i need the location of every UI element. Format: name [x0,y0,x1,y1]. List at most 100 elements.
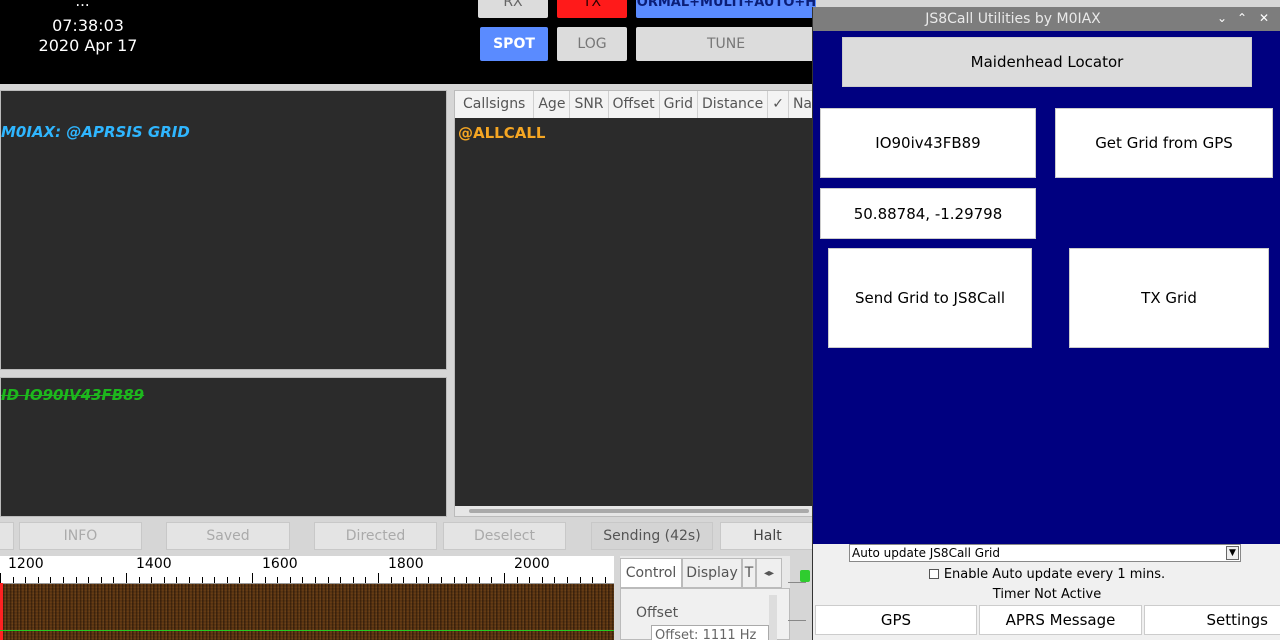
scale-tick [327,577,329,583]
callsigns-pane[interactable]: Callsigns Age SNR Offset Grid Distance ✓… [454,90,817,517]
list-item[interactable]: @ALLCALL [458,124,545,142]
scale-tick [529,577,531,583]
rx-button[interactable]: RX [478,0,548,18]
freq-label-1200: 1200 [8,556,44,572]
scale-tick [63,577,64,583]
scale-tick [592,577,594,583]
scale-tick [289,577,291,583]
close-icon[interactable]: ✕ [1259,11,1269,25]
scale-tick [50,577,52,583]
waterfall[interactable]: 1200 1400 1600 1800 2000 [0,556,614,640]
saved-button[interactable]: Saved [166,522,290,550]
auto-update-checkbox[interactable] [928,569,939,579]
scrollbar-thumb[interactable] [469,509,809,513]
scale-tick [604,577,606,583]
col-check[interactable]: ✓ [768,91,789,118]
maidenhead-locator-button[interactable]: Maidenhead Locator [842,37,1252,87]
tab-gps[interactable]: GPS [815,605,977,635]
scale-tick [453,577,455,583]
tab-aprs-message[interactable]: APRS Message [979,605,1142,635]
band-activity-pane[interactable]: M0IAX: @APRSIS GRID [0,90,447,370]
scale-tick [214,577,216,583]
tab-scroll-arrows[interactable]: ◂▸ [756,558,782,588]
deselect-button[interactable]: Deselect [443,522,566,550]
grid-value-field[interactable]: IO90iv43FB89 [820,108,1036,178]
waterfall-spectrum[interactable] [0,584,614,640]
scale-tick [541,577,543,583]
offset-spinbox[interactable]: Offset: 1111 Hz [651,625,769,640]
tab-control[interactable]: Control [620,558,682,588]
clock-date: 2020 Apr 17 [38,36,138,55]
auto-update-checkbox-row[interactable]: Enable Auto update every 1 mins. [813,567,1280,582]
scale-tick [554,577,556,583]
log-button[interactable]: LOG [557,27,627,61]
scale-tick [428,577,430,583]
scale-tick [390,577,392,583]
chevron-down-icon[interactable]: ▼ [1226,546,1239,560]
control-scrollbar[interactable] [769,595,777,640]
scale-tick [138,577,140,583]
scale-tick [466,577,468,583]
tab-settings[interactable]: Settings [1144,605,1280,635]
scale-tick [567,577,568,583]
scale-tick [441,577,442,583]
col-callsigns[interactable]: Callsigns [455,91,535,118]
scale-tick [478,577,480,583]
col-snr[interactable]: SNR [570,91,609,118]
scale-tick [516,577,518,583]
col-offset[interactable]: Offset [609,91,660,118]
horizontal-scrollbar[interactable] [455,506,817,516]
status-indicator [800,570,810,582]
tab-display[interactable]: Display [682,558,742,588]
scale-tick [239,577,241,583]
scale-tick [302,577,304,583]
band-activity-line: M0IAX: @APRSIS GRID [1,123,190,141]
scale-tick [12,577,14,583]
auto-update-select[interactable]: Auto update JS8Call Grid ▼ [849,544,1241,562]
offset-label: Offset [636,605,679,621]
tab-partial[interactable]: T [742,558,756,588]
col-distance[interactable]: Distance [698,91,769,118]
action-row: INFO Saved Directed Deselect Sending (42… [0,520,815,552]
maximize-icon[interactable]: ⌃ [1237,11,1247,25]
info-button[interactable]: INFO [19,522,142,550]
auto-update-select-value: Auto update JS8Call Grid [852,546,1000,560]
tx-marker [0,630,614,631]
col-age[interactable]: Age [534,91,571,118]
scale-tick [201,577,203,583]
tx-button[interactable]: TX [557,0,627,18]
scale-tick [75,577,77,583]
window-title: JS8Call Utilities by M0IAX [925,11,1101,27]
get-grid-gps-button[interactable]: Get Grid from GPS [1055,108,1273,178]
tx-grid-button[interactable]: TX Grid [1069,248,1269,348]
scale-tick [100,577,102,583]
halt-button[interactable]: Halt [720,522,815,550]
scale-tick [126,573,127,583]
scale-tick [88,577,90,583]
spot-button[interactable]: SPOT [480,27,548,61]
desktop: ... 07:38:03 2020 Apr 17 RX TX NORMAL+MU… [0,0,1280,640]
utilities-window: JS8Call Utilities by M0IAX ⌄ ⌃ ✕ Maidenh… [812,7,1280,640]
minimize-icon[interactable]: ⌄ [1217,11,1227,25]
scale-tick [415,577,417,583]
partial-button[interactable] [0,522,14,550]
send-grid-button[interactable]: Send Grid to JS8Call [828,248,1032,348]
title-bar[interactable]: JS8Call Utilities by M0IAX ⌄ ⌃ ✕ [813,7,1280,31]
col-grid[interactable]: Grid [660,91,698,118]
scale-tick [226,577,228,583]
scale-tick [491,577,493,583]
scale-tick [277,577,279,583]
rx-marker [0,583,3,640]
frequency-scale: 1200 1400 1600 1800 2000 [0,556,614,584]
clock-partial: ... [75,0,90,10]
tune-button[interactable]: TUNE [636,27,816,61]
latlon-field[interactable]: 50.88784, -1.29798 [820,188,1036,239]
sending-button[interactable]: Sending (42s) [591,522,713,550]
freq-label-1600: 1600 [262,556,298,572]
rx-text-pane[interactable]: ID IO90IV43FB89 [0,377,447,517]
freq-label-1400: 1400 [136,556,172,572]
scale-tick [315,577,316,583]
directed-button[interactable]: Directed [314,522,437,550]
mode-button[interactable]: NORMAL+MULTI+AUTO+HB [636,0,816,18]
scale-tick [579,577,581,583]
